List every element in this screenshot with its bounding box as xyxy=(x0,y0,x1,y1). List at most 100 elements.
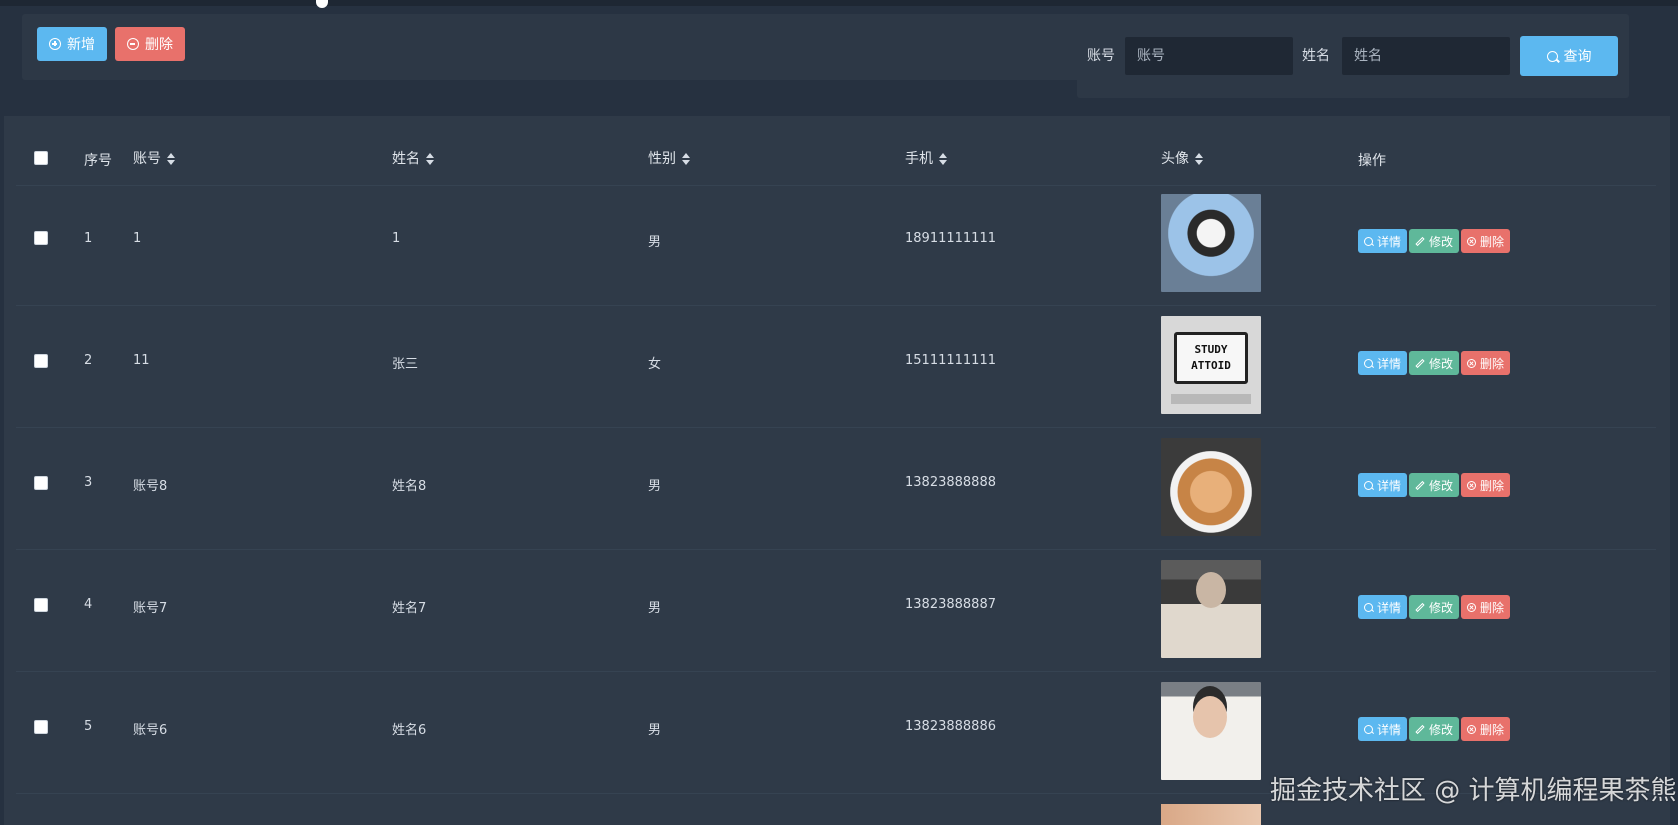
avatar-image-partial xyxy=(1161,804,1261,825)
delete-button[interactable]: 删除 xyxy=(1461,595,1511,619)
header-phone-label: 手机 xyxy=(905,151,933,167)
edit-label: 修改 xyxy=(1429,356,1454,371)
close-circle-icon xyxy=(1467,236,1477,246)
delete-button[interactable]: 删除 xyxy=(1461,351,1511,375)
row-checkbox[interactable] xyxy=(34,720,48,734)
pencil-icon xyxy=(1415,724,1425,734)
delete-button[interactable]: 删除 xyxy=(1461,717,1511,741)
header-name-label: 姓名 xyxy=(392,151,420,167)
header-phone[interactable]: 手机 xyxy=(905,148,948,168)
close-circle-icon xyxy=(1467,724,1477,734)
row-index: 4 xyxy=(84,597,93,612)
row-checkbox[interactable] xyxy=(34,476,48,490)
row-phone: 13823888887 xyxy=(905,597,996,612)
edit-button[interactable]: 修改 xyxy=(1409,229,1460,253)
name-search-input[interactable] xyxy=(1342,37,1510,75)
delete-label: 删除 xyxy=(1480,234,1505,249)
avatar-image xyxy=(1161,438,1261,536)
table-header: 序号 账号 姓名 性别 手机 头像 操作 xyxy=(16,116,1656,186)
header-account[interactable]: 账号 xyxy=(133,148,176,168)
row-index: 5 xyxy=(84,719,93,734)
detail-button[interactable]: 详情 xyxy=(1358,229,1408,253)
avatar-image xyxy=(1161,560,1261,658)
row-account: 账号6 xyxy=(133,723,168,738)
monitor-screen: STUDY ATTOID xyxy=(1174,332,1248,384)
row-account: 1 xyxy=(133,231,142,246)
sort-icon[interactable] xyxy=(682,152,691,166)
avatar-image xyxy=(1161,194,1261,292)
batch-delete-button[interactable]: 删除 xyxy=(115,27,185,61)
row-phone: 13823888888 xyxy=(905,475,996,490)
row-name: 张三 xyxy=(392,357,419,372)
edit-button[interactable]: 修改 xyxy=(1409,717,1460,741)
table-row: 3 账号8 姓名8 男 13823888888 详情 修改 删除 xyxy=(16,428,1656,550)
search-icon xyxy=(1364,358,1373,368)
pencil-icon xyxy=(1415,480,1425,490)
header-gender-label: 性别 xyxy=(648,151,676,167)
pencil-icon xyxy=(1415,236,1425,246)
delete-button[interactable]: 删除 xyxy=(1461,473,1511,497)
row-index: 1 xyxy=(84,231,93,246)
sort-icon[interactable] xyxy=(426,152,435,166)
add-button[interactable]: 新增 xyxy=(37,27,107,61)
query-button-label: 查询 xyxy=(1563,49,1592,65)
search-icon xyxy=(1546,50,1558,62)
minus-circle-icon xyxy=(127,38,139,50)
watermark: 掘金技术社区 @ 计算机编程果茶熊 xyxy=(1270,776,1677,806)
row-account: 11 xyxy=(133,353,150,368)
avatar-image: STUDY ATTOID xyxy=(1161,316,1261,414)
top-strip xyxy=(0,0,1678,6)
row-name: 1 xyxy=(392,231,401,246)
delete-label: 删除 xyxy=(1480,478,1505,493)
account-label: 账号 xyxy=(1087,48,1115,64)
sort-icon[interactable] xyxy=(939,152,948,166)
header-name[interactable]: 姓名 xyxy=(392,148,435,168)
delete-label: 删除 xyxy=(1480,600,1505,615)
edit-label: 修改 xyxy=(1429,722,1454,737)
header-gender[interactable]: 性别 xyxy=(648,148,691,168)
table-row: 1 1 1 男 18911111111 详情 修改 删除 xyxy=(16,186,1656,306)
row-actions: 详情 修改 删除 xyxy=(1358,595,1511,619)
close-circle-icon xyxy=(1467,602,1477,612)
name-label: 姓名 xyxy=(1302,48,1330,64)
delete-label: 删除 xyxy=(1480,722,1505,737)
pencil-icon xyxy=(1415,602,1425,612)
row-phone: 18911111111 xyxy=(905,231,996,246)
detail-button[interactable]: 详情 xyxy=(1358,351,1408,375)
edit-button[interactable]: 修改 xyxy=(1409,473,1460,497)
header-ops: 操作 xyxy=(1358,153,1386,169)
edit-label: 修改 xyxy=(1429,234,1454,249)
close-circle-icon xyxy=(1467,358,1477,368)
row-checkbox[interactable] xyxy=(34,354,48,368)
account-search-input[interactable] xyxy=(1125,37,1293,75)
sort-icon[interactable] xyxy=(167,152,176,166)
detail-label: 详情 xyxy=(1377,356,1402,371)
detail-button[interactable]: 详情 xyxy=(1358,717,1408,741)
row-checkbox[interactable] xyxy=(34,598,48,612)
header-avatar[interactable]: 头像 xyxy=(1161,148,1204,168)
row-name: 姓名6 xyxy=(392,723,427,738)
query-button[interactable]: 查询 xyxy=(1520,36,1618,76)
add-button-label: 新增 xyxy=(67,37,95,53)
pencil-icon xyxy=(1415,358,1425,368)
row-index: 2 xyxy=(84,353,93,368)
select-all-checkbox[interactable] xyxy=(34,151,48,165)
row-actions: 详情 修改 删除 xyxy=(1358,473,1511,497)
row-account: 账号8 xyxy=(133,479,168,494)
row-gender: 男 xyxy=(648,235,662,250)
delete-button[interactable]: 删除 xyxy=(1461,229,1511,253)
table-row: 2 11 张三 女 15111111111 STUDY ATTOID 详情 修改… xyxy=(16,306,1656,428)
plus-circle-icon xyxy=(49,38,61,50)
row-checkbox[interactable] xyxy=(34,231,48,245)
mouse-cursor-icon xyxy=(316,0,328,8)
edit-button[interactable]: 修改 xyxy=(1409,595,1460,619)
study-text: STUDY xyxy=(1194,343,1228,356)
detail-label: 详情 xyxy=(1377,722,1402,737)
data-table: 序号 账号 姓名 性别 手机 头像 操作 1 1 1 男 18911111111… xyxy=(4,116,1670,825)
edit-button[interactable]: 修改 xyxy=(1409,351,1460,375)
search-icon xyxy=(1364,480,1373,490)
detail-button[interactable]: 详情 xyxy=(1358,473,1408,497)
detail-button[interactable]: 详情 xyxy=(1358,595,1408,619)
sort-icon[interactable] xyxy=(1195,152,1204,166)
row-index: 3 xyxy=(84,475,93,490)
